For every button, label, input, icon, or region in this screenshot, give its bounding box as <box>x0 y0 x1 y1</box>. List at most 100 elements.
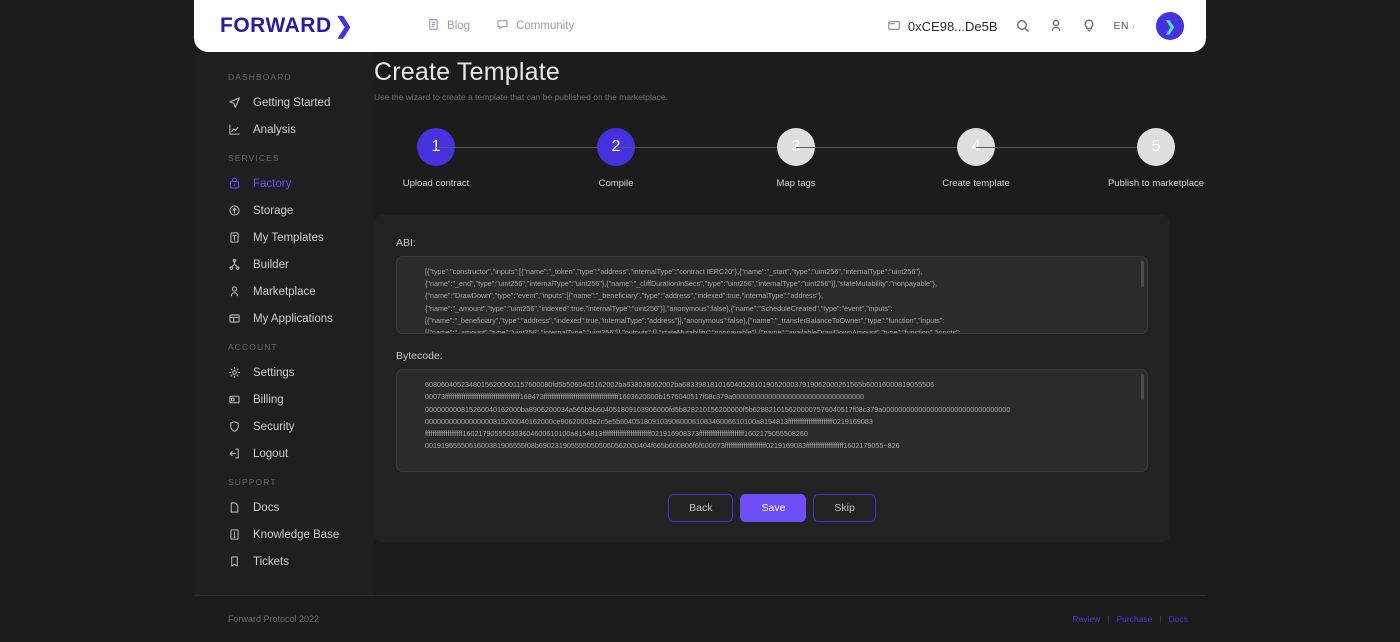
wizard-card: ABI: [{"type":"constructor","inputs":[{"… <box>374 215 1170 542</box>
sidebar-item-tickets[interactable]: Tickets <box>194 548 374 575</box>
bytecode-label: Bytecode: <box>396 350 443 362</box>
step-5-number: 5 <box>1137 128 1175 166</box>
sidebar-section-account-title: ACCOUNT <box>228 342 278 352</box>
footer-copyright: Forward Protocol 2022 <box>228 614 320 624</box>
user-icon[interactable] <box>1048 18 1064 34</box>
sidebar-item-knowledge-base-label: Knowledge Base <box>253 528 340 541</box>
abi-scrollbar[interactable] <box>1141 261 1144 287</box>
header-nav: Blog Community <box>427 18 574 34</box>
logo-chevron-icon: ❯ <box>334 13 354 38</box>
sidebar-item-settings[interactable]: Settings <box>194 359 374 386</box>
abi-textarea[interactable]: [{"type":"constructor","inputs":[{"name"… <box>396 256 1148 334</box>
top-header: FORWARD ❯ Blog Community 0xCE98...De5B E… <box>194 0 1206 52</box>
header-actions: 0xCE98...De5B EN › ❯ <box>887 12 1184 40</box>
sidebar-item-storage-label: Storage <box>253 204 294 217</box>
cloud-upload-icon <box>228 204 241 217</box>
sidebar-section-dashboard-title: DASHBOARD <box>228 72 292 82</box>
language-selector[interactable]: EN › <box>1114 20 1135 32</box>
sidebar-item-my-templates-label: My Templates <box>253 231 324 244</box>
wizard-actions: Back Save Skip <box>396 494 1148 522</box>
step-connector-3 <box>796 147 976 148</box>
sidebar-item-marketplace-label: Marketplace <box>253 285 316 298</box>
sidebar-item-factory[interactable]: Factory <box>194 170 374 197</box>
factory-icon <box>228 177 241 190</box>
sidebar-item-billing[interactable]: Billing <box>194 386 374 413</box>
header-nav-community-label: Community <box>516 20 575 32</box>
field-spacer <box>396 334 1148 350</box>
footer-separator-2: | <box>1159 614 1162 624</box>
nodes-icon <box>228 258 241 271</box>
footer-link-purchase[interactable]: Purchase <box>1116 614 1152 624</box>
document-icon <box>427 18 440 34</box>
sidebar-item-builder[interactable]: Builder <box>194 251 374 278</box>
avatar[interactable]: ❯ <box>1156 12 1184 40</box>
sidebar-item-marketplace[interactable]: Marketplace <box>194 278 374 305</box>
card-icon <box>228 393 241 406</box>
sidebar-item-builder-label: Builder <box>253 258 289 271</box>
header-nav-blog[interactable]: Blog <box>427 18 470 34</box>
sidebar-item-getting-started[interactable]: Getting Started <box>194 89 374 116</box>
sidebar-item-analysis-label: Analysis <box>253 123 296 136</box>
bytecode-textarea[interactable]: 60806040523480156200001157600080fd5b5060… <box>396 369 1148 472</box>
ticket-icon <box>228 555 241 568</box>
sidebar-item-settings-label: Settings <box>253 366 295 379</box>
footer-link-review[interactable]: Review <box>1072 614 1100 624</box>
book-icon <box>228 528 241 541</box>
sidebar-item-docs-label: Docs <box>253 501 280 514</box>
abi-label: ABI: <box>396 237 416 249</box>
shield-icon <box>228 420 241 433</box>
bytecode-scrollbar[interactable] <box>1141 374 1144 400</box>
chevron-right-icon: › <box>1131 21 1135 31</box>
apps-icon <box>228 312 241 325</box>
person-icon <box>228 285 241 298</box>
sidebar-item-security[interactable]: Security <box>194 413 374 440</box>
sidebar-item-my-templates[interactable]: My Templates <box>194 224 374 251</box>
sidebar-item-logout[interactable]: Logout <box>194 440 374 467</box>
sidebar-item-security-label: Security <box>253 420 295 433</box>
search-icon[interactable] <box>1015 18 1031 34</box>
logout-icon <box>228 447 241 460</box>
header-nav-blog-label: Blog <box>447 20 471 32</box>
header-nav-community[interactable]: Community <box>496 18 574 34</box>
avatar-glyph: ❯ <box>1164 18 1176 34</box>
sidebar-item-factory-label: Factory <box>253 177 292 190</box>
wallet-icon <box>887 18 901 35</box>
footer-link-docs[interactable]: Docs <box>1169 614 1188 624</box>
page-title: Create Template <box>374 58 560 86</box>
sidebar-item-knowledge-base[interactable]: Knowledge Base <box>194 521 374 548</box>
step-5-label: Publish to marketplace <box>1107 178 1205 189</box>
wizard-stepper: 1 Upload contract 2 Compile 3 Map tags 4… <box>403 128 1204 189</box>
main-content: Create Template Use the wizard to create… <box>374 52 1206 595</box>
step-4-label: Create template <box>942 178 1010 189</box>
language-label: EN <box>1113 20 1129 32</box>
back-button[interactable]: Back <box>668 494 734 522</box>
sidebar-item-billing-label: Billing <box>253 393 284 406</box>
footer-separator-1: | <box>1107 614 1110 624</box>
sidebar-item-tickets-label: Tickets <box>253 555 289 568</box>
step-3-label: Map tags <box>776 178 816 189</box>
sidebar-item-storage[interactable]: Storage <box>194 197 374 224</box>
sidebar-item-my-applications-label: My Applications <box>253 312 333 325</box>
skip-button[interactable]: Skip <box>813 494 876 522</box>
lightbulb-icon[interactable] <box>1081 18 1097 34</box>
page-subtitle: Use the wizard to create a template that… <box>374 92 668 102</box>
wallet-address-chip[interactable]: 0xCE98...De5B <box>887 18 998 35</box>
step-connector-1 <box>436 147 616 148</box>
sidebar-item-analysis[interactable]: Analysis <box>194 116 374 143</box>
brand-logo[interactable]: FORWARD ❯ <box>220 14 353 38</box>
footer: Forward Protocol 2022 Review | Purchase … <box>194 595 1206 642</box>
step-1-label: Upload contract <box>402 178 470 189</box>
template-icon <box>228 231 241 244</box>
sidebar: DASHBOARD Getting Started Analysis SERVI… <box>194 52 374 595</box>
sidebar-item-logout-label: Logout <box>253 447 289 460</box>
sidebar-section-services-title: SERVICES <box>228 153 280 163</box>
logo-text: FORWARD <box>220 14 332 37</box>
sidebar-item-my-applications[interactable]: My Applications <box>194 305 374 332</box>
sidebar-item-getting-started-label: Getting Started <box>253 96 331 109</box>
step-connector-4 <box>976 147 1156 148</box>
save-button[interactable]: Save <box>740 494 807 522</box>
sidebar-item-docs[interactable]: Docs <box>194 494 374 521</box>
navigation-icon <box>228 96 241 109</box>
chat-icon <box>496 18 509 34</box>
step-2-label: Compile <box>598 178 634 189</box>
